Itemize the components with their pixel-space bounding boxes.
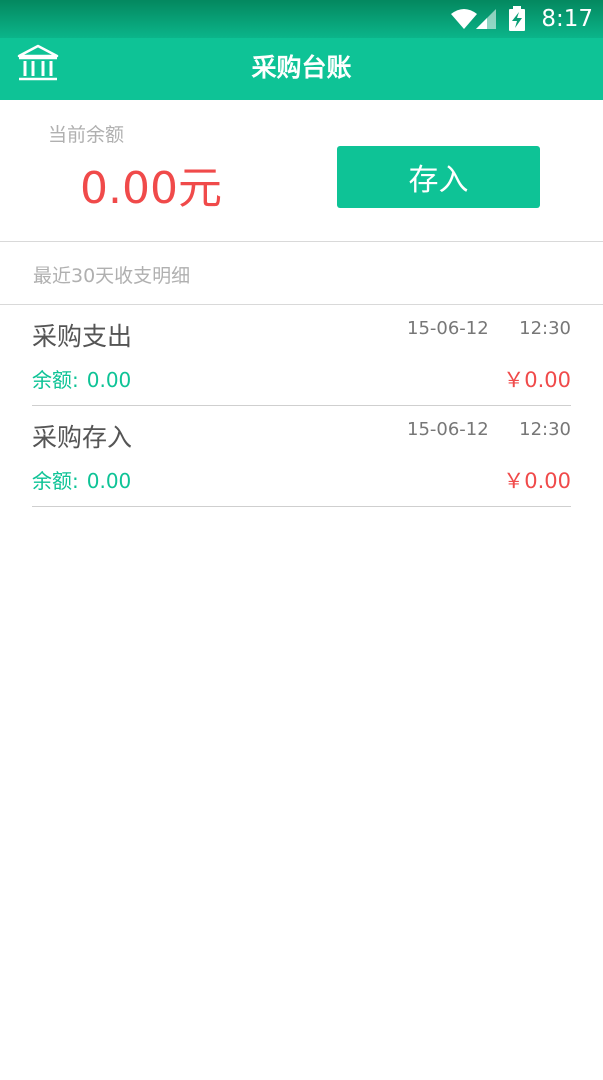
list-item[interactable]: 采购存入 15-06-12 12:30 余额: 0.00 ￥0.00	[32, 406, 571, 507]
record-title: 采购支出	[32, 322, 133, 351]
balance-label: 当前余额	[48, 124, 125, 146]
app-bar: 采购台账	[0, 38, 603, 100]
record-amount: ￥0.00	[503, 469, 571, 493]
record-balance-value: 0.00	[86, 469, 132, 493]
record-list: 采购支出 15-06-12 12:30 余额: 0.00 ￥0.00 采购存入 1…	[32, 305, 571, 507]
record-balance: 余额: 0.00	[32, 465, 131, 494]
page-title: 采购台账	[251, 53, 352, 82]
records-section-header: 最近30天收支明细	[0, 242, 603, 305]
status-bar: 8:17	[0, 0, 603, 38]
list-item[interactable]: 采购支出 15-06-12 12:30 余额: 0.00 ￥0.00	[32, 305, 571, 406]
status-icons	[449, 6, 529, 36]
record-date: 15-06-12	[407, 318, 489, 339]
battery-charging-icon	[509, 6, 525, 31]
record-title: 采购存入	[32, 423, 133, 452]
record-balance-value: 0.00	[86, 368, 132, 392]
record-time: 12:30	[519, 419, 571, 440]
record-date: 15-06-12	[407, 419, 489, 440]
record-balance-label: 余额:	[32, 368, 79, 392]
deposit-button[interactable]: 存入	[337, 146, 540, 208]
record-balance: 余额: 0.00	[32, 364, 131, 393]
record-amount: ￥0.00	[503, 368, 571, 392]
status-time: 8:17	[541, 6, 593, 32]
record-balance-label: 余额:	[32, 469, 79, 493]
signal-icon	[476, 9, 496, 29]
balance-section: 当前余额 0.00元 存入	[0, 100, 603, 242]
records-section-title: 最近30天收支明细	[33, 265, 191, 287]
balance-value: 0.00元	[80, 163, 222, 214]
wifi-icon	[451, 9, 477, 29]
record-time: 12:30	[519, 318, 571, 339]
